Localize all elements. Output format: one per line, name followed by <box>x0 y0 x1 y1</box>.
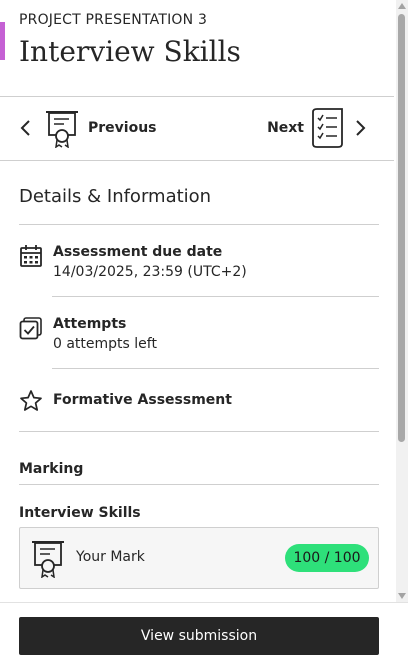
calendar-icon <box>20 245 42 267</box>
marking-heading: Marking <box>19 461 84 477</box>
divider <box>52 296 379 297</box>
attempts-icon <box>19 317 42 340</box>
certificate-icon <box>46 111 78 148</box>
divider <box>0 160 394 161</box>
scrollbar-thumb[interactable] <box>398 14 405 442</box>
section-title: Details & Information <box>19 186 212 207</box>
assessment-category: PROJECT PRESENTATION 3 <box>19 12 208 28</box>
next-button[interactable]: Next <box>267 107 368 149</box>
next-label: Next <box>267 120 304 136</box>
attempts-value: 0 attempts left <box>53 336 157 352</box>
previous-label: Previous <box>88 120 157 136</box>
formative-assessment-item: Formative Assessment <box>19 389 379 413</box>
attempts-label: Attempts <box>53 316 127 332</box>
page-title: Interview Skills <box>19 35 241 68</box>
divider <box>52 368 379 369</box>
checklist-icon <box>312 108 343 148</box>
formative-assessment-label: Formative Assessment <box>53 392 232 408</box>
assessment-panel: PROJECT PRESENTATION 3 Interview Skills … <box>0 0 396 602</box>
divider <box>19 484 379 485</box>
assessment-navigation: Previous Next <box>0 97 396 160</box>
view-submission-button[interactable]: View submission <box>19 617 379 655</box>
divider <box>19 431 379 432</box>
mark-card: Your Mark 100 / 100 <box>19 527 379 589</box>
divider <box>19 224 379 225</box>
your-mark-label: Your Mark <box>76 549 145 565</box>
due-date-value: 14/03/2025, 23:59 (UTC+2) <box>53 264 247 280</box>
previous-button[interactable]: Previous <box>18 107 157 149</box>
scroll-up-arrow-icon[interactable] <box>398 3 406 9</box>
scroll-down-arrow-icon[interactable] <box>398 593 406 599</box>
star-icon <box>20 390 42 411</box>
footer-bar: View submission <box>0 602 408 671</box>
attempts-item: Attempts 0 attempts left <box>19 316 379 356</box>
chevron-left-icon <box>20 120 30 136</box>
accent-bar <box>0 22 5 60</box>
due-date-item: Assessment due date 14/03/2025, 23:59 (U… <box>19 244 379 284</box>
criterion-title: Interview Skills <box>19 505 141 521</box>
chevron-right-icon <box>356 120 366 136</box>
vertical-scrollbar[interactable] <box>396 0 408 602</box>
mark-score-badge: 100 / 100 <box>285 544 369 572</box>
certificate-icon <box>32 541 64 578</box>
due-date-label: Assessment due date <box>53 244 223 260</box>
